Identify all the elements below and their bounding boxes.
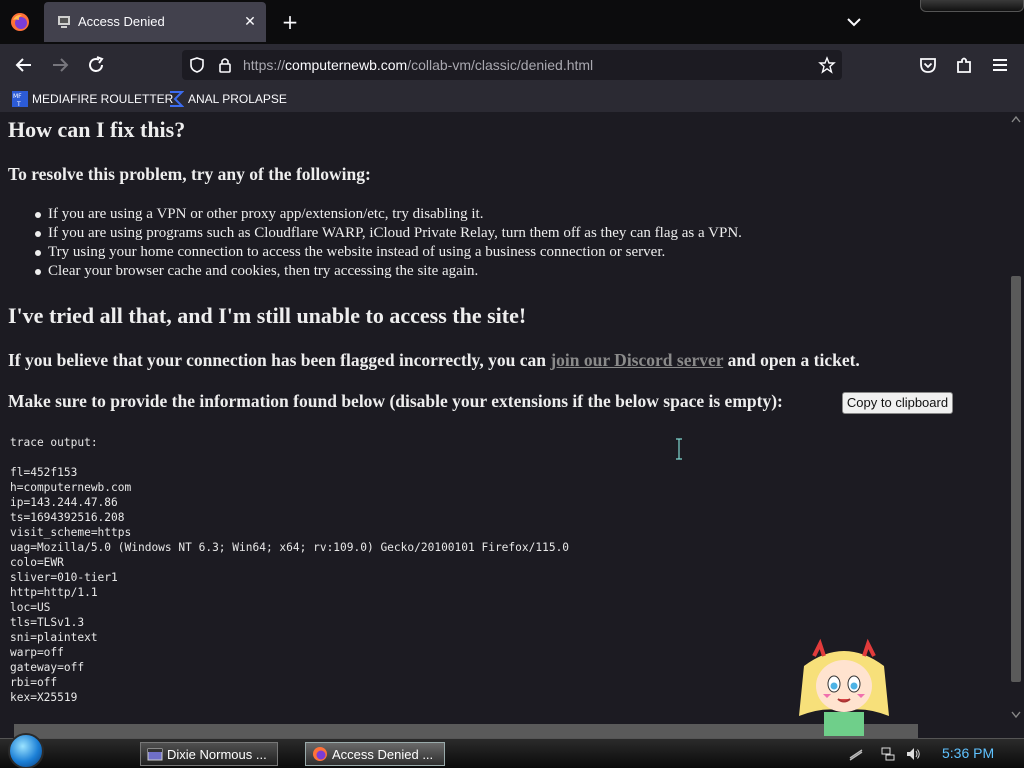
forward-arrow-icon[interactable] xyxy=(49,54,71,76)
vertical-scrollbar[interactable] xyxy=(1008,112,1024,724)
sigma-icon xyxy=(170,91,184,107)
url-host: computernewb.com xyxy=(285,57,408,73)
flagged-text-start: If you believe that your connection has … xyxy=(8,350,551,370)
taskbar-item-access-denied[interactable]: Access Denied ... xyxy=(305,742,445,766)
taskbar-clock[interactable]: 5:36 PM xyxy=(942,745,994,761)
list-item: If you are using programs such as Cloudf… xyxy=(35,225,742,241)
bookmark-label: ANAL PROLAPSE xyxy=(188,92,287,106)
url-text[interactable]: https://computernewb.com/collab-vm/class… xyxy=(243,57,593,73)
discord-link[interactable]: join our Discord server xyxy=(550,350,723,370)
tracking-protection-shield-icon[interactable] xyxy=(188,56,206,74)
site-favicon-icon xyxy=(58,16,70,28)
reload-icon[interactable] xyxy=(85,54,107,76)
still-unable-heading: I've tried all that, and I'm still unabl… xyxy=(8,303,527,328)
show-hidden-icons-icon[interactable] xyxy=(848,746,864,762)
bookmark-mediafire[interactable]: MF T MEDIAFIRE ROULETTER xyxy=(12,90,173,108)
flagged-paragraph: If you believe that your connection has … xyxy=(8,350,860,371)
svg-text:T: T xyxy=(16,101,21,107)
list-item: If you are using a VPN or other proxy ap… xyxy=(35,205,742,224)
window-icon xyxy=(147,748,163,761)
bookmarks-toolbar: MF T MEDIAFIRE ROULETTER ANAL PROLAPSE xyxy=(0,86,1024,112)
copy-to-clipboard-button[interactable]: Copy to clipboard xyxy=(842,392,953,414)
mediafire-icon: MF T xyxy=(12,91,28,107)
horizontal-scrollbar-thumb[interactable] xyxy=(14,724,918,738)
list-item: Try using your home connection to access… xyxy=(35,243,742,262)
navigation-toolbar: https://computernewb.com/collab-vm/class… xyxy=(0,44,1024,86)
fix-heading: How can I fix this? xyxy=(8,117,186,142)
firefox-icon xyxy=(313,747,327,761)
firefox-menu-icon[interactable] xyxy=(10,12,30,32)
new-tab-icon[interactable]: + xyxy=(280,12,300,32)
bookmark-second[interactable]: ANAL PROLAPSE xyxy=(168,90,287,108)
back-arrow-icon[interactable] xyxy=(13,54,35,76)
svg-text:MF: MF xyxy=(13,93,22,100)
vertical-scrollbar-thumb[interactable] xyxy=(1011,276,1021,682)
volume-icon[interactable] xyxy=(905,746,921,762)
tab-title: Access Denied xyxy=(78,14,165,29)
bookmark-label: MEDIAFIRE ROULETTER xyxy=(32,92,174,106)
scroll-up-arrow-icon[interactable] xyxy=(1011,115,1021,123)
scroll-down-arrow-icon[interactable] xyxy=(1011,711,1021,719)
taskbar: Dixie Normous ... Access Denied ... 5:36… xyxy=(0,733,1024,768)
cartoon-mascot-image xyxy=(799,638,889,736)
taskbar-item-dixie[interactable]: Dixie Normous ... xyxy=(140,742,278,766)
close-tab-icon[interactable]: ✕ xyxy=(240,12,260,32)
window-decoration xyxy=(920,0,1024,12)
text-cursor-icon xyxy=(676,438,682,460)
flagged-text-end: and open a ticket. xyxy=(723,350,860,370)
tab-access-denied[interactable]: Access Denied ✕ xyxy=(44,2,266,42)
tips-list: If you are using a VPN or other proxy ap… xyxy=(35,205,742,281)
trace-output: trace output: fl=452f153 h=computernewb.… xyxy=(10,436,570,704)
network-icon[interactable] xyxy=(880,746,896,762)
lock-icon[interactable] xyxy=(216,56,234,74)
hamburger-menu-icon[interactable] xyxy=(989,54,1011,76)
url-scheme: https:// xyxy=(243,57,286,73)
chevron-down-icon[interactable] xyxy=(844,12,864,32)
resolve-heading: To resolve this problem, try any of the … xyxy=(8,164,371,184)
taskbar-item-label: Access Denied ... xyxy=(332,746,434,762)
tab-strip: Access Denied ✕ + xyxy=(0,0,1024,44)
bookmark-star-icon[interactable] xyxy=(818,56,836,74)
start-orb-button[interactable] xyxy=(8,733,44,768)
page-content: How can I fix this? To resolve this prob… xyxy=(0,112,1008,724)
extensions-puzzle-icon[interactable] xyxy=(953,54,975,76)
address-bar[interactable]: https://computernewb.com/collab-vm/class… xyxy=(182,50,842,80)
pocket-icon[interactable] xyxy=(917,54,939,76)
list-item: Clear your browser cache and cookies, th… xyxy=(35,262,742,281)
taskbar-item-label: Dixie Normous ... xyxy=(167,746,267,762)
url-path: /collab-vm/classic/denied.html xyxy=(407,57,594,73)
provide-info-text: Make sure to provide the information fou… xyxy=(8,391,783,411)
